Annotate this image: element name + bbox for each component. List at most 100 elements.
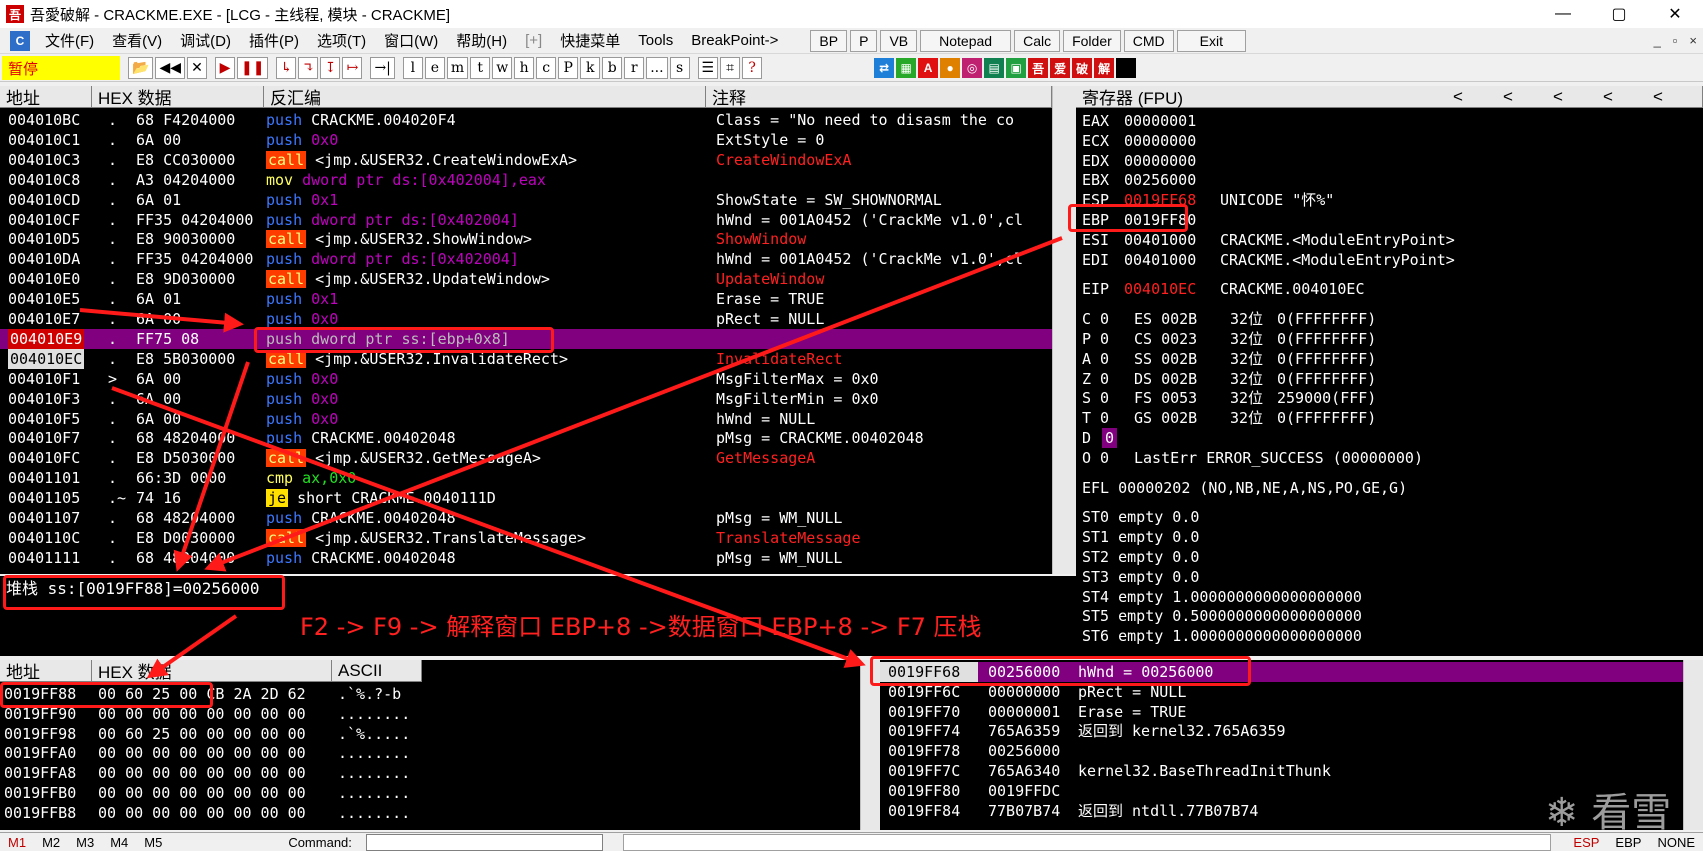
po-icon[interactable]: 破 [1072, 58, 1093, 78]
disasm-row[interactable]: 004010E9. FF75 08 push dword ptr ss:[ebp+0… [0, 328, 1052, 349]
disasm-row[interactable]: 004010CF. FF35 04204000 push dword ptr ds:… [0, 210, 1052, 230]
mdi-minimize-button[interactable]: _ [1648, 33, 1667, 48]
menu-debug[interactable]: 调试(D) [171, 30, 240, 51]
disasm-row[interactable]: 004010F3. 6A 00 push 0x0 MsgFilterMin = 0x0 [0, 389, 1052, 409]
windows-button[interactable]: w [492, 57, 513, 79]
disasm-row[interactable]: 004010C1. 6A 00 push 0x0 ExtStyle = 0 [0, 130, 1052, 150]
threads-button[interactable]: t [470, 57, 491, 79]
mark-m5[interactable]: M5 [136, 835, 170, 850]
stack-row[interactable]: 0019FF6C 00000000 pRect = NULL [880, 682, 1683, 702]
restart-icon[interactable]: ◀◀ [155, 57, 185, 79]
menu-tools[interactable]: Tools [629, 32, 682, 49]
notepad-button[interactable]: Notepad [920, 29, 1012, 52]
cpu-button[interactable]: c [536, 57, 557, 79]
disasm-row[interactable]: 004010F1 >6A 00 push 0x0 MsgFilterMax = 0x0 [0, 369, 1052, 389]
disasm-row[interactable]: 004010FC. E8 D5030000 call <jmp.&USER32.Ge… [0, 448, 1052, 468]
register-row-edx[interactable]: EDX 00000000 [1076, 151, 1703, 171]
disasm-header-disassembly[interactable]: 反汇编 [264, 86, 706, 108]
help-icon[interactable]: ? [742, 57, 763, 79]
open-icon[interactable]: 📂 [128, 57, 154, 79]
patches-button[interactable]: P [558, 57, 579, 79]
disasm-row[interactable]: 004010F7. 68 48204000 push CRACKME.0040204… [0, 428, 1052, 448]
dump-row[interactable]: 0019FF88 00 60 25 00 CB 2A 2D 62 .`%.?-b [0, 684, 860, 704]
fpu-register-row[interactable]: ST3 empty 0.0 [1082, 567, 1199, 587]
bp-button[interactable]: BP [810, 29, 848, 52]
menu-help[interactable]: 帮助(H) [447, 30, 516, 51]
stack-row[interactable]: 0019FF70 00000001 Erase = TRUE [880, 702, 1683, 722]
calc-button[interactable]: Calc [1014, 29, 1061, 52]
register-row-ecx[interactable]: ECX 00000000 [1076, 131, 1703, 151]
breakpoints-button[interactable]: b [602, 57, 623, 79]
log-button[interactable]: l [402, 57, 423, 79]
wu-icon[interactable]: 吾 [1028, 58, 1049, 78]
dump-row[interactable]: 0019FFA8 00 00 00 00 00 00 00 00........ [0, 763, 860, 783]
references-button[interactable]: r [624, 57, 645, 79]
dump-row[interactable]: 0019FFA0 00 00 00 00 00 00 00 00........ [0, 743, 860, 763]
dump-row[interactable]: 0019FF90 00 00 00 00 00 00 00 00........ [0, 704, 860, 724]
mark-m1[interactable]: M1 [0, 835, 34, 850]
segment-row[interactable]: A 0 SS 002B 32位 0(FFFFFFFF) [1076, 349, 1703, 369]
stop-icon[interactable]: ✕ [186, 57, 207, 79]
source-button[interactable]: s [669, 57, 690, 79]
register-row-ebp[interactable]: EBP 0019FF80 [1076, 210, 1703, 230]
register-row-ebx[interactable]: EBX 00256000 [1076, 170, 1703, 190]
disasm-scrollbar[interactable] [1052, 86, 1076, 574]
disasm-row[interactable]: 00401111. 68 48204000 push CRACKME.0040204… [0, 548, 1052, 568]
reg-nav-arrow-3[interactable]: < [1553, 87, 1563, 107]
table-icon[interactable]: ▤ [984, 58, 1005, 78]
fpu-register-row[interactable]: ST5 empty 0.5000000000000000000 [1082, 606, 1362, 626]
disasm-row[interactable]: 004010BC. 68 F4204000 push CRACKME.004020F… [0, 110, 1052, 130]
fpu-register-row[interactable]: ST4 empty 1.0000000000000000000 [1082, 587, 1362, 607]
stack-row[interactable]: 0019FF68 00256000 hWnd = 00256000 [880, 662, 1683, 682]
folder-button[interactable]: Folder [1063, 29, 1121, 52]
disasm-row[interactable]: 00401107. 68 48204000 push CRACKME.0040204… [0, 508, 1052, 528]
dump-scrollbar[interactable] [860, 660, 880, 830]
pause-icon[interactable]: ❚❚ [236, 57, 269, 79]
stack-row[interactable]: 0019FF74 765A6359 返回到 kernel32.765A6359 [880, 721, 1683, 741]
segment-row[interactable]: S 0 FS 0053 32位 259000(FFF) [1076, 388, 1703, 408]
executable-modules-button[interactable]: e [424, 57, 445, 79]
disasm-row[interactable]: 0040110C. E8 D0030000 call <jmp.&USER32.Tr… [0, 528, 1052, 548]
disasm-row[interactable]: 004010E7. 6A 00 push 0x0 pRect = NULL [0, 309, 1052, 329]
disasm-header-comment[interactable]: 注释 [706, 86, 1052, 108]
menu-shortcuts[interactable]: 快捷菜单 [551, 30, 629, 51]
registers-header[interactable]: 寄存器 (FPU) < < < < < [1076, 86, 1703, 108]
run-icon[interactable]: ▶ [214, 57, 235, 79]
menu-plus[interactable]: [+] [516, 32, 551, 49]
mdi-restore-button[interactable]: ▫ [1667, 33, 1684, 48]
disasm-row[interactable]: 004010C8. A3 04204000 mov dword ptr ds:[0x… [0, 170, 1052, 190]
disasm-row[interactable]: 00401105 .~ 74 16 je short CRACKME.0040111D [0, 488, 1052, 508]
execute-till-return-icon[interactable]: →| [370, 57, 395, 79]
stack-scrollbar[interactable] [1683, 660, 1703, 830]
vb-button[interactable]: VB [880, 29, 918, 52]
fpu-register-row[interactable]: ST0 empty 0.0 [1082, 507, 1199, 527]
trace-over-icon[interactable]: ↦ [342, 57, 363, 79]
close-button[interactable]: ✕ [1647, 0, 1703, 28]
register-row-esi[interactable]: ESI 00401000 CRACKME.<ModuleEntryPoint> [1076, 230, 1703, 250]
segment-row[interactable]: C 0 ES 002B 32位 0(FFFFFFFF) [1076, 309, 1703, 329]
step-over-icon[interactable]: ↴ [298, 57, 319, 79]
disasm-row[interactable]: 004010E0. E8 9D030000 call <jmp.&USER32.Up… [0, 269, 1052, 289]
registers-panel[interactable]: 寄存器 (FPU) < < < < < EAX 00000001 ECX 000000… [1076, 86, 1703, 656]
disasm-row[interactable]: 004010C3. E8 CC030000 call <jmp.&USER32.Cr… [0, 150, 1052, 170]
segment-row[interactable]: P 0 CS 0023 32位 0(FFFFFFFF) [1076, 329, 1703, 349]
exit-button[interactable]: Exit [1176, 29, 1247, 52]
stack-row[interactable]: 0019FF7C 765A6340 kernel32.BaseThreadInitT… [880, 761, 1683, 781]
disasm-header-hex[interactable]: HEX 数据 [92, 86, 264, 108]
box-icon[interactable]: ▣ [1006, 58, 1027, 78]
grid-icon[interactable]: ▦ [896, 58, 917, 78]
disasm-row[interactable]: 004010D5. E8 90030000 call <jmp.&USER32.Sh… [0, 229, 1052, 249]
register-row-eax[interactable]: EAX 00000001 [1076, 111, 1703, 131]
flag-row-o[interactable]: O 0 LastErr ERROR_SUCCESS (00000000) [1076, 448, 1703, 468]
trace-into-icon[interactable]: ↧ [320, 57, 341, 79]
dump-header-address[interactable]: 地址 [0, 660, 92, 682]
handles-button[interactable]: h [514, 57, 535, 79]
maximize-button[interactable]: ▢ [1591, 0, 1647, 28]
segment-row[interactable]: T 0 GS 002B 32位 0(FFFFFFFF) [1076, 408, 1703, 428]
jie-icon[interactable]: 解 [1094, 58, 1115, 78]
target-icon[interactable]: ◎ [962, 58, 983, 78]
mark-m2[interactable]: M2 [34, 835, 68, 850]
menu-breakpoint[interactable]: BreakPoint-> [682, 32, 787, 49]
eflags-row[interactable]: EFL 00000202 (NO,NB,NE,A,NS,PO,GE,G) [1082, 478, 1407, 498]
register-row-eip[interactable]: EIP 004010EC CRACKME.004010EC [1076, 279, 1703, 299]
